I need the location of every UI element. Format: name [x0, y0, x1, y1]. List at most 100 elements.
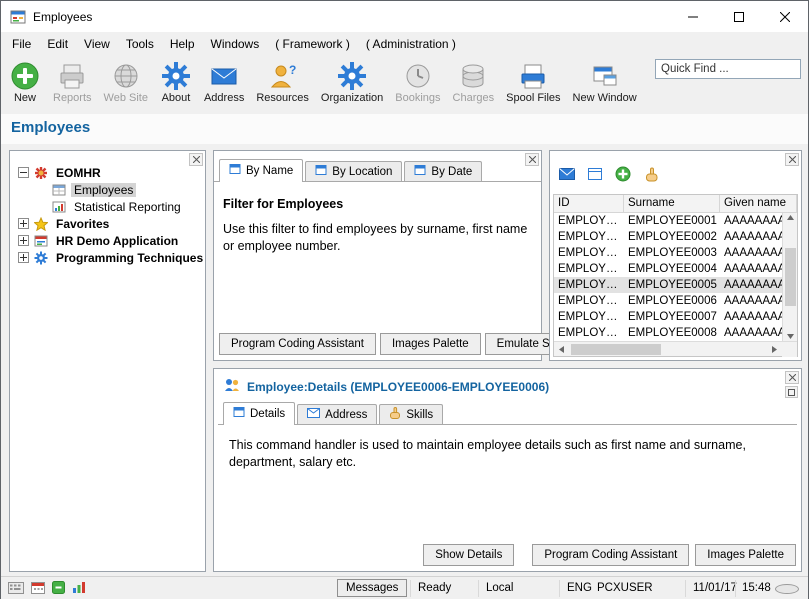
- quick-find-input[interactable]: [655, 59, 801, 79]
- mail-icon[interactable]: [559, 168, 575, 183]
- expand-icon[interactable]: [18, 235, 29, 246]
- table-row[interactable]: EMPLOYEE0008 EMPLOYEE0008 AAAAAAAAAA: [554, 325, 782, 341]
- status-green-icon[interactable]: [52, 581, 65, 597]
- program-coding-assistant-button[interactable]: Program Coding Assistant: [219, 333, 376, 355]
- column-header-given-name[interactable]: Given name: [720, 195, 797, 212]
- table-row[interactable]: EMPLOYEE0002 EMPLOYEE0002 AAAAAAAAAA: [554, 229, 782, 245]
- svg-text:?: ?: [289, 63, 296, 77]
- envelope-icon: [307, 408, 320, 421]
- tab-by-name[interactable]: By Name: [219, 159, 303, 182]
- table-row[interactable]: EMPLOYEE0003 EMPLOYEE0003 AAAAAAAAAA: [554, 245, 782, 261]
- table-header: ID Surname Given name: [554, 195, 797, 213]
- bar-chart-icon[interactable]: [72, 581, 86, 597]
- toolbar-organization-button[interactable]: Organization: [315, 58, 389, 104]
- tree-item-programming-techniques[interactable]: Programming Techniques: [10, 249, 205, 266]
- collapse-icon[interactable]: [18, 167, 29, 178]
- resize-grip[interactable]: [775, 584, 799, 594]
- gear-icon: [34, 251, 48, 265]
- gear-icon: [336, 60, 368, 91]
- toolbar-charges-button[interactable]: Charges: [447, 58, 501, 104]
- details-tab-icon: [233, 406, 245, 421]
- tab-details[interactable]: Details: [223, 402, 295, 425]
- toolbar-newwindow-button[interactable]: New Window: [567, 58, 643, 104]
- program-coding-assistant-button[interactable]: Program Coding Assistant: [532, 544, 689, 566]
- tree-item-eomhr[interactable]: EOMHR: [10, 164, 205, 181]
- status-language: ENG: [567, 582, 592, 594]
- title-bar: Employees: [1, 1, 808, 32]
- show-details-button[interactable]: Show Details: [423, 544, 514, 566]
- column-header-surname[interactable]: Surname: [624, 195, 720, 212]
- window-controls: [670, 1, 808, 32]
- tab-by-location[interactable]: By Location: [305, 161, 402, 181]
- employee-list-panel: ID Surname Given name EMPLOYEE0001 EMPLO…: [549, 150, 802, 361]
- expand-icon[interactable]: [18, 252, 29, 263]
- images-palette-button[interactable]: Images Palette: [695, 544, 796, 566]
- maximize-panel-icon[interactable]: [785, 386, 798, 398]
- scrollbar-thumb[interactable]: [785, 248, 796, 306]
- status-bar: Messages Ready Local ENG PCXUSER 11/01/1…: [1, 576, 808, 599]
- table-row[interactable]: EMPLOYEE0006 EMPLOYEE0006 AAAAAAAAAA: [554, 293, 782, 309]
- tree-item-employees[interactable]: Employees: [10, 181, 205, 198]
- scroll-left-icon[interactable]: [554, 342, 569, 357]
- maximize-button[interactable]: [716, 1, 762, 32]
- images-palette-button[interactable]: Images Palette: [380, 333, 481, 355]
- menu-view[interactable]: View: [76, 33, 118, 55]
- envelope-icon: [208, 60, 240, 91]
- table-row[interactable]: EMPLOYEE0007 EMPLOYEE0007 AAAAAAAAAA: [554, 309, 782, 325]
- close-icon[interactable]: [189, 153, 203, 166]
- details-header: Employee:Details (EMPLOYEE0006-EMPLOYEE0…: [224, 378, 549, 395]
- window-icon[interactable]: [588, 168, 602, 183]
- scroll-right-icon[interactable]: [767, 342, 782, 357]
- table-row-selected[interactable]: EMPLOYEE0005 EMPLOYEE0005 AAAAAAAAAA: [554, 277, 782, 293]
- toolbar-new-button[interactable]: New: [3, 58, 47, 104]
- close-button[interactable]: [762, 1, 808, 32]
- filter-heading: Filter for Employees: [223, 197, 541, 211]
- close-icon[interactable]: [525, 153, 539, 166]
- filter-tabs: By Name By Location By Date: [214, 159, 541, 182]
- menu-edit[interactable]: Edit: [39, 33, 76, 55]
- scrollbar-thumb[interactable]: [571, 344, 661, 355]
- add-icon[interactable]: [615, 166, 631, 185]
- menu-administration[interactable]: ( Administration ): [358, 33, 464, 55]
- tab-address[interactable]: Address: [297, 404, 377, 424]
- menu-bar: File Edit View Tools Help Windows ( Fram…: [1, 32, 808, 56]
- new-window-icon: [589, 60, 621, 91]
- hand-icon[interactable]: [644, 167, 659, 185]
- menu-help[interactable]: Help: [162, 33, 203, 55]
- table-row[interactable]: EMPLOYEE0001 EMPLOYEE0001 AAAAAAAAAA: [554, 213, 782, 229]
- minimize-button[interactable]: [670, 1, 716, 32]
- vertical-scrollbar[interactable]: [782, 213, 797, 341]
- employees-node-icon: [52, 183, 66, 197]
- messages-button[interactable]: Messages: [337, 579, 407, 597]
- tree-item-statistical-reporting[interactable]: Statistical Reporting: [10, 198, 205, 215]
- toolbar-reports-button[interactable]: Reports: [47, 58, 98, 104]
- menu-file[interactable]: File: [4, 33, 39, 55]
- filter-panel: By Name By Location By Date Filter for E…: [213, 150, 542, 361]
- tab-skills[interactable]: Skills: [379, 404, 443, 424]
- tab-by-date[interactable]: By Date: [404, 161, 482, 181]
- toolbar-resources-button[interactable]: ? Resources: [250, 58, 315, 104]
- column-header-id[interactable]: ID: [554, 195, 624, 212]
- toolbar-address-button[interactable]: Address: [198, 58, 250, 104]
- menu-windows[interactable]: Windows: [203, 33, 268, 55]
- toolbar-bookings-button[interactable]: Bookings: [389, 58, 446, 104]
- toolbar-about-button[interactable]: About: [154, 58, 198, 104]
- toolbar-spoolfiles-button[interactable]: Spool Files: [500, 58, 566, 104]
- horizontal-scrollbar[interactable]: [554, 341, 797, 356]
- tree-item-hr-demo-application[interactable]: HR Demo Application: [10, 232, 205, 249]
- expand-icon[interactable]: [18, 218, 29, 229]
- filter-buttons: Program Coding Assistant Images Palette …: [219, 333, 591, 355]
- person-question-icon: ?: [267, 60, 299, 91]
- details-buttons: Show Details Program Coding Assistant Im…: [423, 544, 796, 566]
- keyboard-icon[interactable]: [8, 582, 24, 597]
- close-icon[interactable]: [785, 153, 799, 166]
- calendar-icon[interactable]: [31, 581, 45, 597]
- tree-item-favorites[interactable]: Favorites: [10, 215, 205, 232]
- toolbar-website-button[interactable]: Web Site: [98, 58, 154, 104]
- menu-framework[interactable]: ( Framework ): [267, 33, 358, 55]
- close-icon[interactable]: [785, 371, 799, 384]
- reports-icon: [56, 60, 88, 91]
- menu-tools[interactable]: Tools: [118, 33, 162, 55]
- hand-icon: [389, 407, 401, 422]
- table-row[interactable]: EMPLOYEE0004 EMPLOYEE0004 AAAAAAAAAA: [554, 261, 782, 277]
